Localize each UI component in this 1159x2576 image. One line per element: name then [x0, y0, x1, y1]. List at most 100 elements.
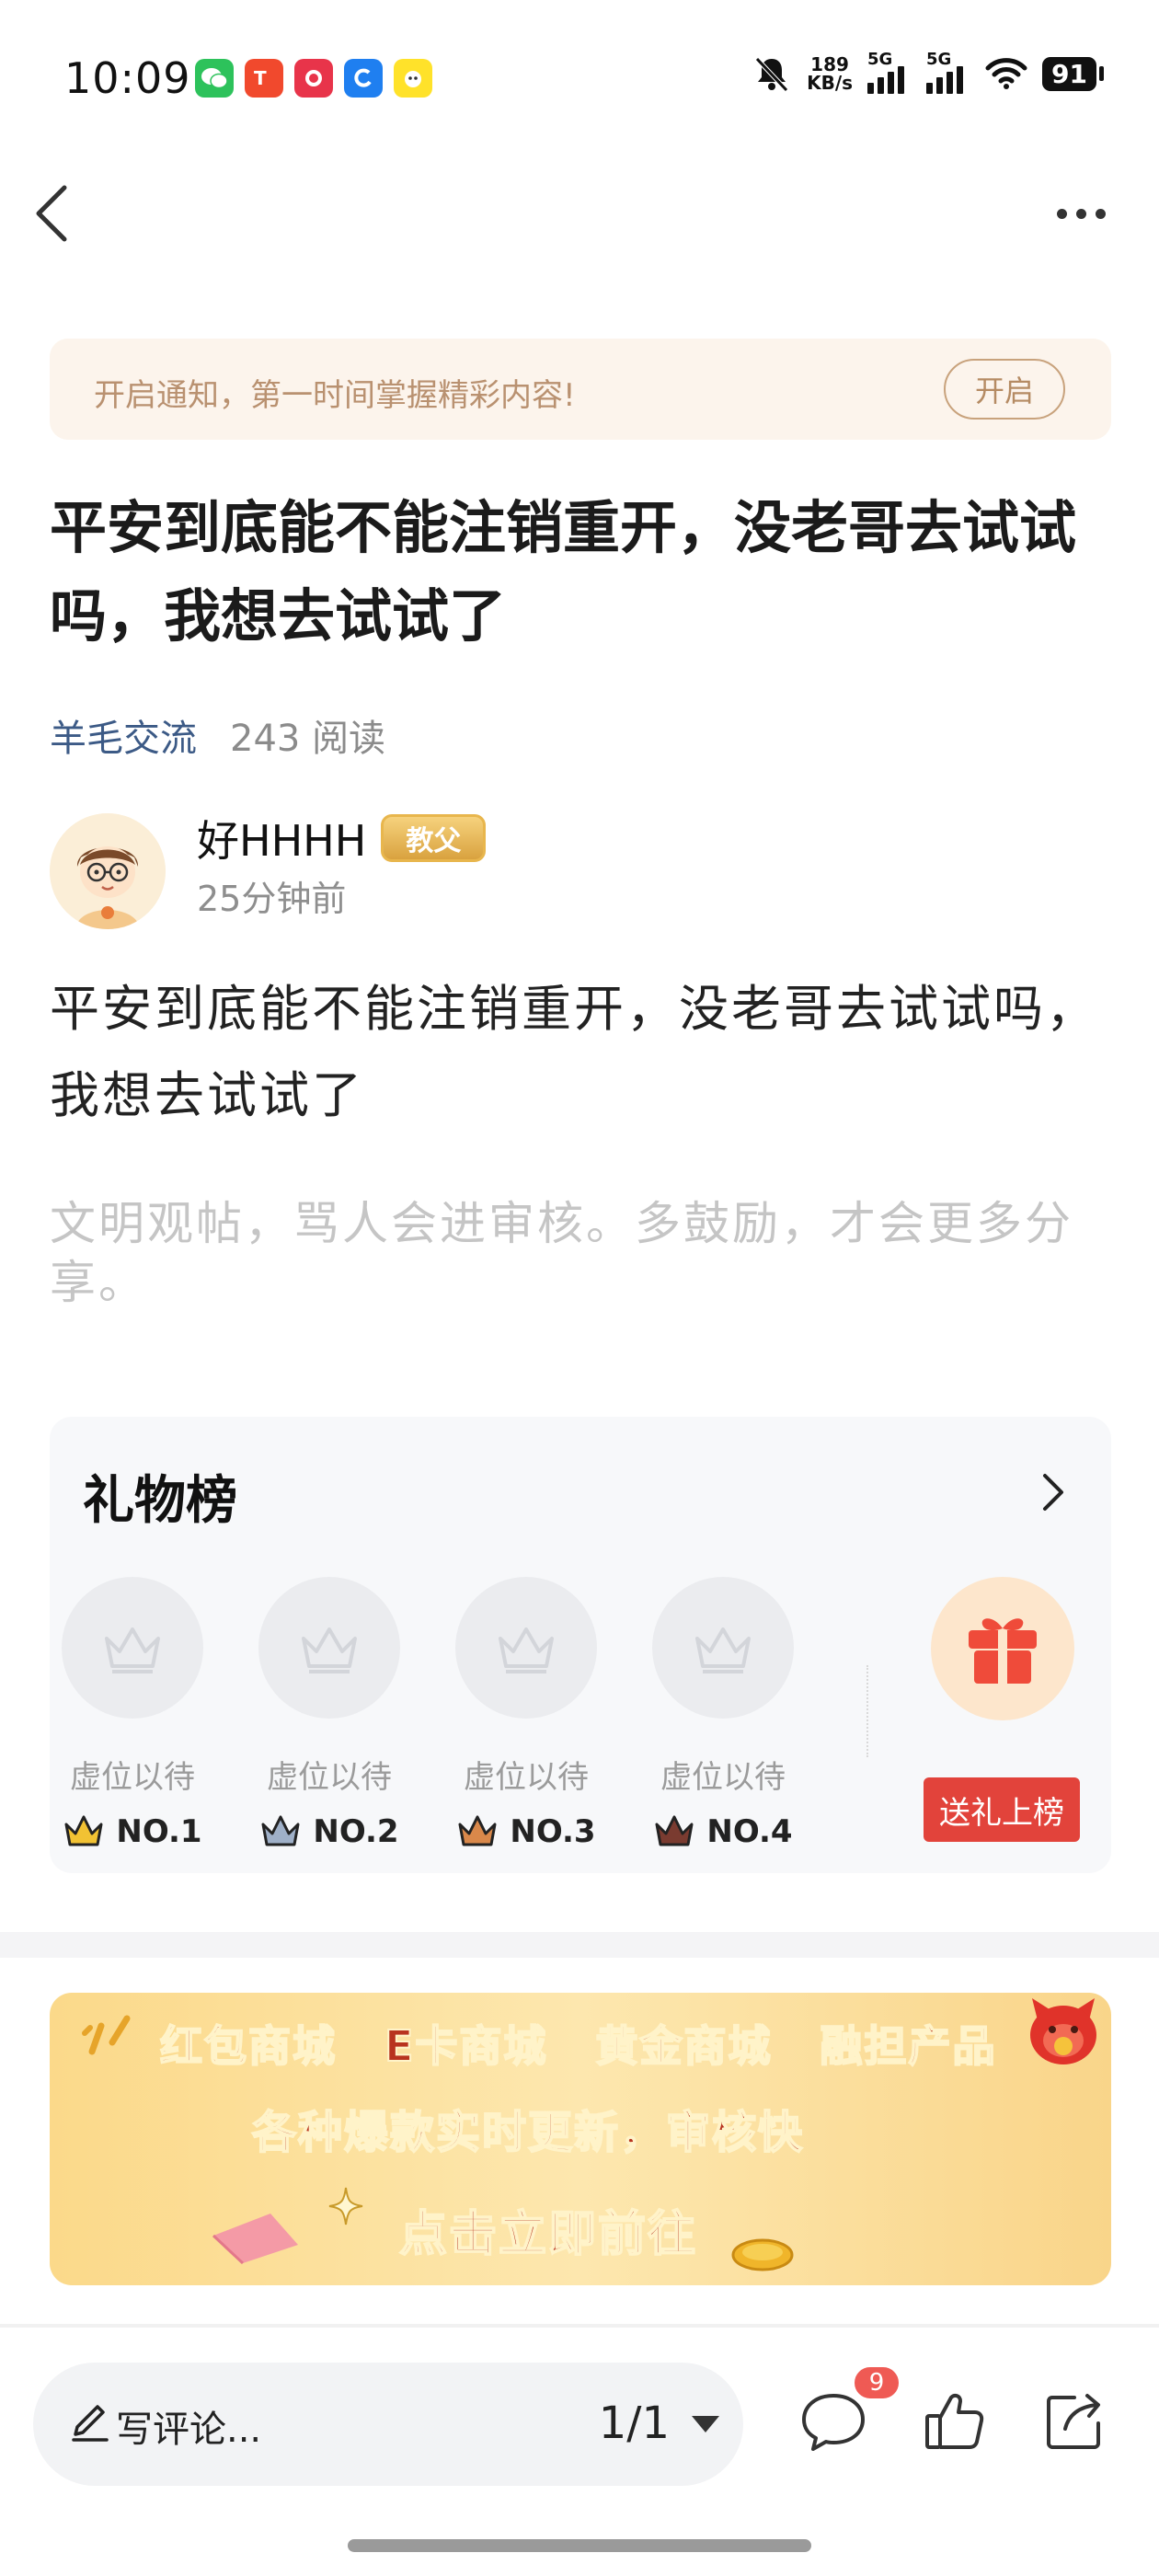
signal-sim2-icon: 5G [926, 50, 970, 94]
comment-input[interactable]: 写评论... 1/1 [33, 2363, 743, 2486]
send-gift-button[interactable]: 送礼上榜 [924, 1777, 1080, 1842]
post-read-count: 243 阅读 [230, 718, 386, 760]
battery-level: 91 [1051, 58, 1087, 89]
red-envelope-icon [212, 2214, 298, 2265]
notification-app-icons: T [195, 59, 432, 98]
blue-app-icon [344, 59, 383, 98]
post-title: 平安到底能不能注销重开，没老哥去试试吗，我想去试试了 [50, 494, 1077, 650]
gold-crown-icon [64, 1815, 103, 1846]
wechat-icon [195, 59, 234, 98]
yellow-app-icon [394, 59, 432, 98]
slot-rank: NO.1 [50, 1813, 215, 1850]
banner-categories: 红包商城 E卡商城 黄金商城 融担产品 [159, 2013, 997, 2074]
status-bar: 10:09 T 189 KB/s 5G 5G 91 [0, 0, 1159, 156]
crown-outline-icon [302, 1627, 357, 1673]
banner-cta[interactable]: 点击立即前往 [398, 2195, 697, 2264]
share-icon [1047, 2394, 1100, 2449]
banner-category: 融担产品 [819, 2020, 997, 2072]
taobao-icon: T [245, 59, 283, 98]
slot-label: 虚位以待 [660, 1759, 786, 1796]
slot-label: 虚位以待 [70, 1759, 195, 1796]
pen-icon [72, 2405, 109, 2442]
empty-slot-avatar [62, 1577, 203, 1719]
gift-leaderboard-title: 礼物榜 [83, 1471, 237, 1531]
slot-label: 虚位以待 [464, 1759, 589, 1796]
gift-rank-slot[interactable]: 虚位以待 NO.2 [247, 1577, 412, 1850]
post-content: 平安到底能不能注销重开，没老哥去试试吗，我想去试试了 [50, 980, 1098, 1124]
gift-divider [866, 1665, 868, 1757]
svg-text:T: T [254, 67, 267, 89]
crown-outline-icon [105, 1627, 160, 1673]
mute-bell-icon [755, 57, 788, 92]
system-status-icons: 189 KB/s 5G 5G 91 [752, 50, 1104, 94]
enable-notification-button[interactable]: 开启 [944, 359, 1065, 420]
like-button[interactable] [918, 2385, 992, 2458]
sim1-label: 5G [867, 50, 893, 69]
gift-leaderboard-more-button[interactable] [1028, 1465, 1074, 1520]
bronze-crown-icon [458, 1815, 497, 1846]
slot-rank-number: NO.2 [313, 1813, 399, 1850]
author-name[interactable]: 好HHHH [197, 808, 366, 868]
empty-slot-avatar [258, 1577, 400, 1719]
banner-category: E卡商城 [384, 2020, 548, 2072]
more-dot-icon [1056, 208, 1067, 219]
signal-sim1-icon: 5G [867, 50, 912, 94]
gift-rank-slot[interactable]: 虚位以待 NO.3 [443, 1577, 609, 1850]
author-avatar[interactable] [50, 813, 166, 929]
gift-leaderboard: 礼物榜 虚位以待 NO.1 虚位以待 NO.2 虚位以待 NO.3 虚位以待 N… [50, 1417, 1111, 1873]
comment-placeholder: 写评论... [116, 2409, 262, 2451]
share-button[interactable] [1038, 2385, 1111, 2458]
slot-rank-number: NO.1 [116, 1813, 202, 1850]
more-dot-icon [1075, 208, 1086, 219]
slot-rank: NO.3 [443, 1813, 609, 1850]
more-options-button[interactable] [1049, 195, 1113, 232]
home-indicator[interactable] [348, 2539, 811, 2552]
silver-crown-icon [261, 1815, 300, 1846]
sim2-label: 5G [926, 50, 952, 69]
more-dot-icon [1095, 208, 1106, 219]
slot-rank: NO.4 [640, 1813, 806, 1850]
network-speed-value: 189 [810, 53, 849, 75]
red-app-icon [294, 59, 333, 98]
sparkle-star-icon [328, 2187, 363, 2225]
gift-rank-slot[interactable]: 虚位以待 NO.1 [50, 1577, 215, 1850]
gift-box-icon [969, 1618, 1037, 1684]
gold-coin-icon [731, 2238, 794, 2271]
slot-rank: NO.2 [247, 1813, 412, 1850]
notification-prompt: 开启通知，第一时间掌握精彩内容! 开启 [50, 339, 1111, 440]
avatar-illustration-icon [50, 813, 166, 929]
promo-banner[interactable]: 红包商城 E卡商城 黄金商城 融担产品 各种爆款实时更新，审核快 点击立即前往 [50, 1993, 1111, 2285]
network-speed: 189 KB/s [807, 55, 853, 92]
empty-slot-avatar [652, 1577, 794, 1719]
post-category-link[interactable]: 羊毛交流 [50, 708, 197, 762]
status-time: 10:09 [64, 53, 191, 103]
gift-rank-slot[interactable]: 虚位以待 NO.4 [640, 1577, 806, 1850]
notification-prompt-text: 开启通知，第一时间掌握精彩内容! [94, 377, 576, 414]
chevron-right-icon [1043, 1474, 1063, 1511]
author-title-badge: 教父 [381, 814, 487, 862]
civility-hint: 文明观帖，骂人会进审核。多鼓励，才会更多分享。 [50, 1197, 1073, 1309]
page-indicator[interactable]: 1/1 [599, 2398, 670, 2449]
section-separator [0, 1932, 1159, 1958]
crown-outline-icon [695, 1627, 751, 1673]
battery-cap [1099, 66, 1104, 81]
network-speed-unit: KB/s [807, 72, 854, 94]
wifi-icon [985, 58, 1027, 89]
battery-indicator: 91 [1042, 56, 1096, 91]
post-time: 25分钟前 [197, 879, 347, 919]
chevron-left-icon [36, 185, 67, 242]
post-meta: 羊毛交流 243 阅读 [50, 708, 385, 762]
banner-category: 红包商城 [159, 2020, 337, 2072]
slot-rank-number: NO.4 [706, 1813, 793, 1850]
caret-down-icon[interactable] [690, 2414, 721, 2434]
crown-outline-icon [499, 1627, 554, 1673]
dark-crown-icon [655, 1815, 694, 1846]
author-line: 好HHHH 教父 [197, 808, 487, 868]
gift-box-button[interactable] [931, 1577, 1074, 1720]
slot-label: 虚位以待 [267, 1759, 392, 1796]
comment-count-badge: 9 [852, 2364, 901, 2401]
thumbs-up-icon [925, 2393, 984, 2449]
sparkle-lines-icon [82, 2015, 131, 2055]
back-button[interactable] [28, 177, 83, 250]
empty-slot-avatar [455, 1577, 597, 1719]
